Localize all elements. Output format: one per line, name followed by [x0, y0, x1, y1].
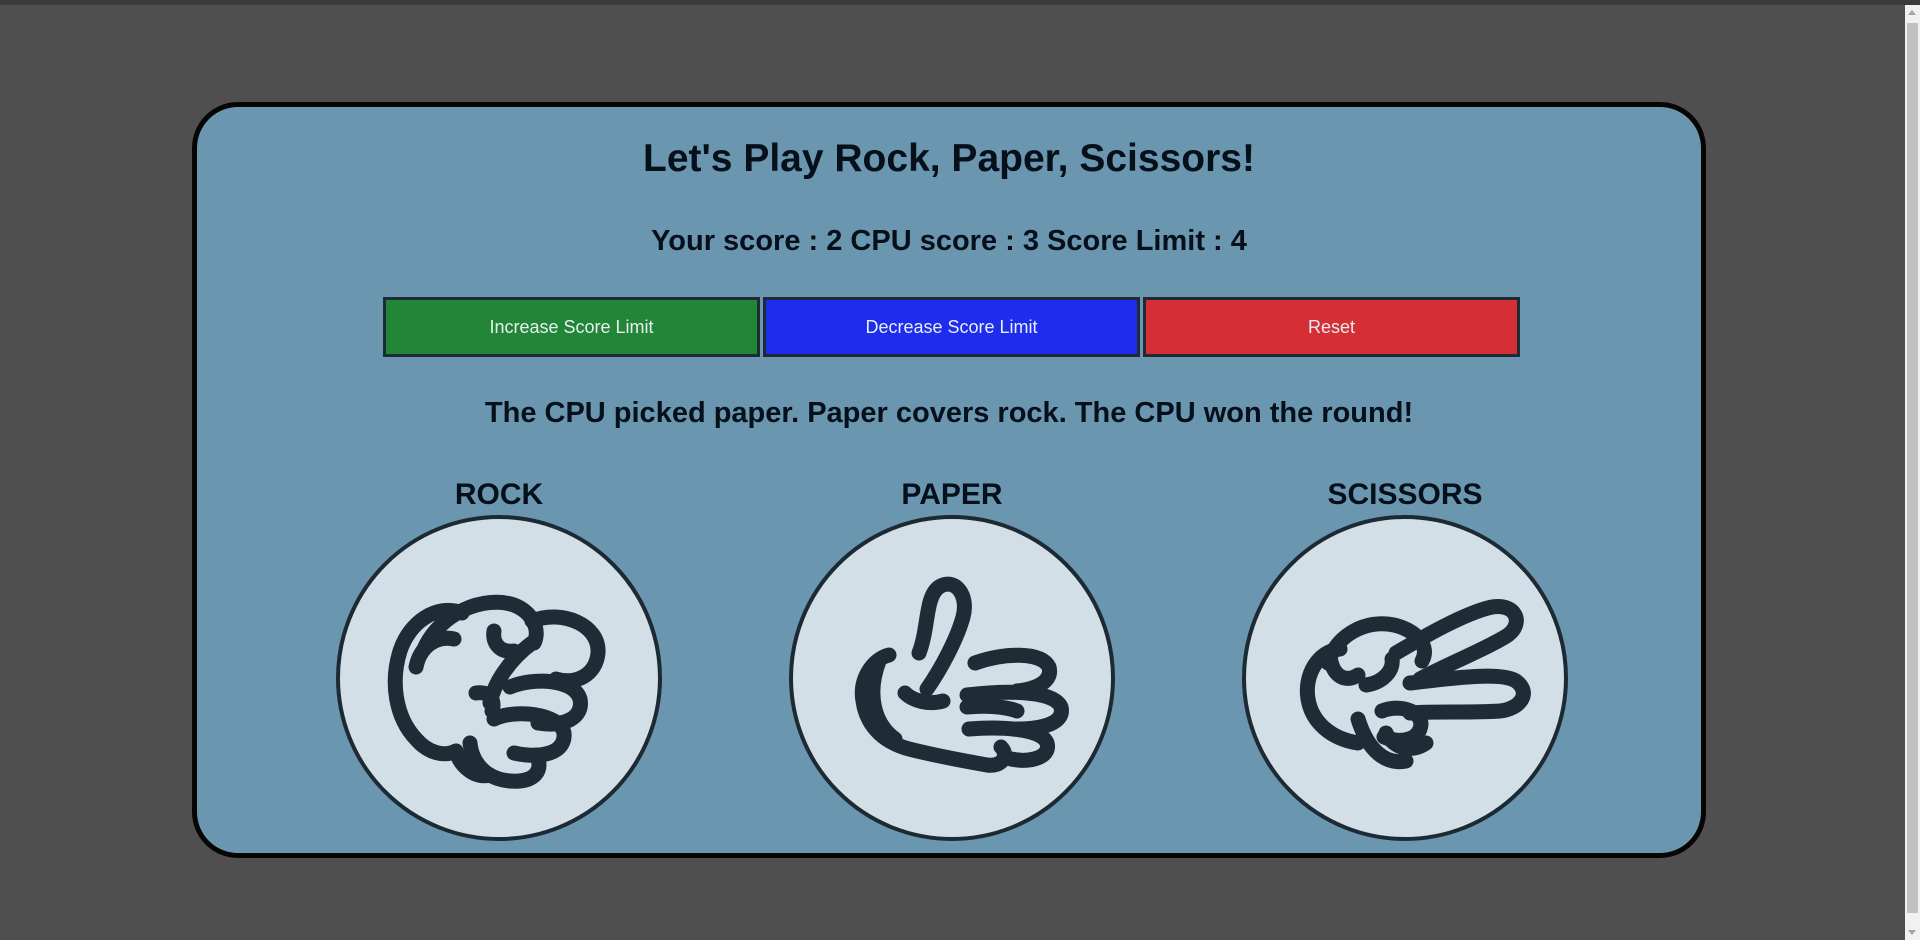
score-limit-label: Score Limit : — [1039, 225, 1231, 257]
cpu-score-value: 3 — [1022, 225, 1039, 257]
scroll-down-arrow-icon[interactable] — [1908, 930, 1916, 935]
rock-hand-icon — [387, 594, 606, 789]
round-result-message: The CPU picked paper. Paper covers rock.… — [484, 397, 1414, 429]
rock-button[interactable] — [336, 515, 662, 841]
score-controls: Increase Score Limit Decrease Score Limi… — [383, 297, 1520, 357]
cpu-score-label: CPU score : — [842, 225, 1023, 257]
vertical-scrollbar[interactable] — [1905, 5, 1920, 940]
scrollbar-thumb[interactable] — [1907, 23, 1918, 913]
game-card: Let's Play Rock, Paper, Scissors! Your s… — [192, 102, 1706, 858]
scissors-hand-icon — [1299, 599, 1531, 770]
scissors-button[interactable] — [1242, 515, 1568, 841]
choice-scissors-label: SCISSORS — [1327, 478, 1483, 511]
choice-paper: PAPER — [787, 477, 1117, 841]
choice-scissors: SCISSORS — [1240, 477, 1570, 841]
your-score-label: Your score : — [651, 225, 827, 257]
decrease-score-limit-button[interactable]: Decrease Score Limit — [763, 297, 1140, 357]
paper-hand-icon — [854, 576, 1069, 773]
choice-rock-label: ROCK — [454, 478, 544, 511]
score-limit-value: 4 — [1230, 225, 1247, 257]
choice-paper-label: PAPER — [901, 478, 1003, 511]
score-board: Your score : 2 CPU score : 3 Score Limit… — [197, 225, 1701, 258]
reset-button[interactable]: Reset — [1143, 297, 1520, 357]
window-top-strip — [0, 0, 1920, 5]
paper-button[interactable] — [789, 515, 1115, 841]
increase-score-limit-button[interactable]: Increase Score Limit — [383, 297, 760, 357]
your-score-value: 2 — [826, 225, 843, 257]
page-title: Let's Play Rock, Paper, Scissors! — [643, 137, 1255, 180]
choice-rock: ROCK — [334, 477, 664, 841]
scroll-up-arrow-icon[interactable] — [1908, 10, 1916, 15]
